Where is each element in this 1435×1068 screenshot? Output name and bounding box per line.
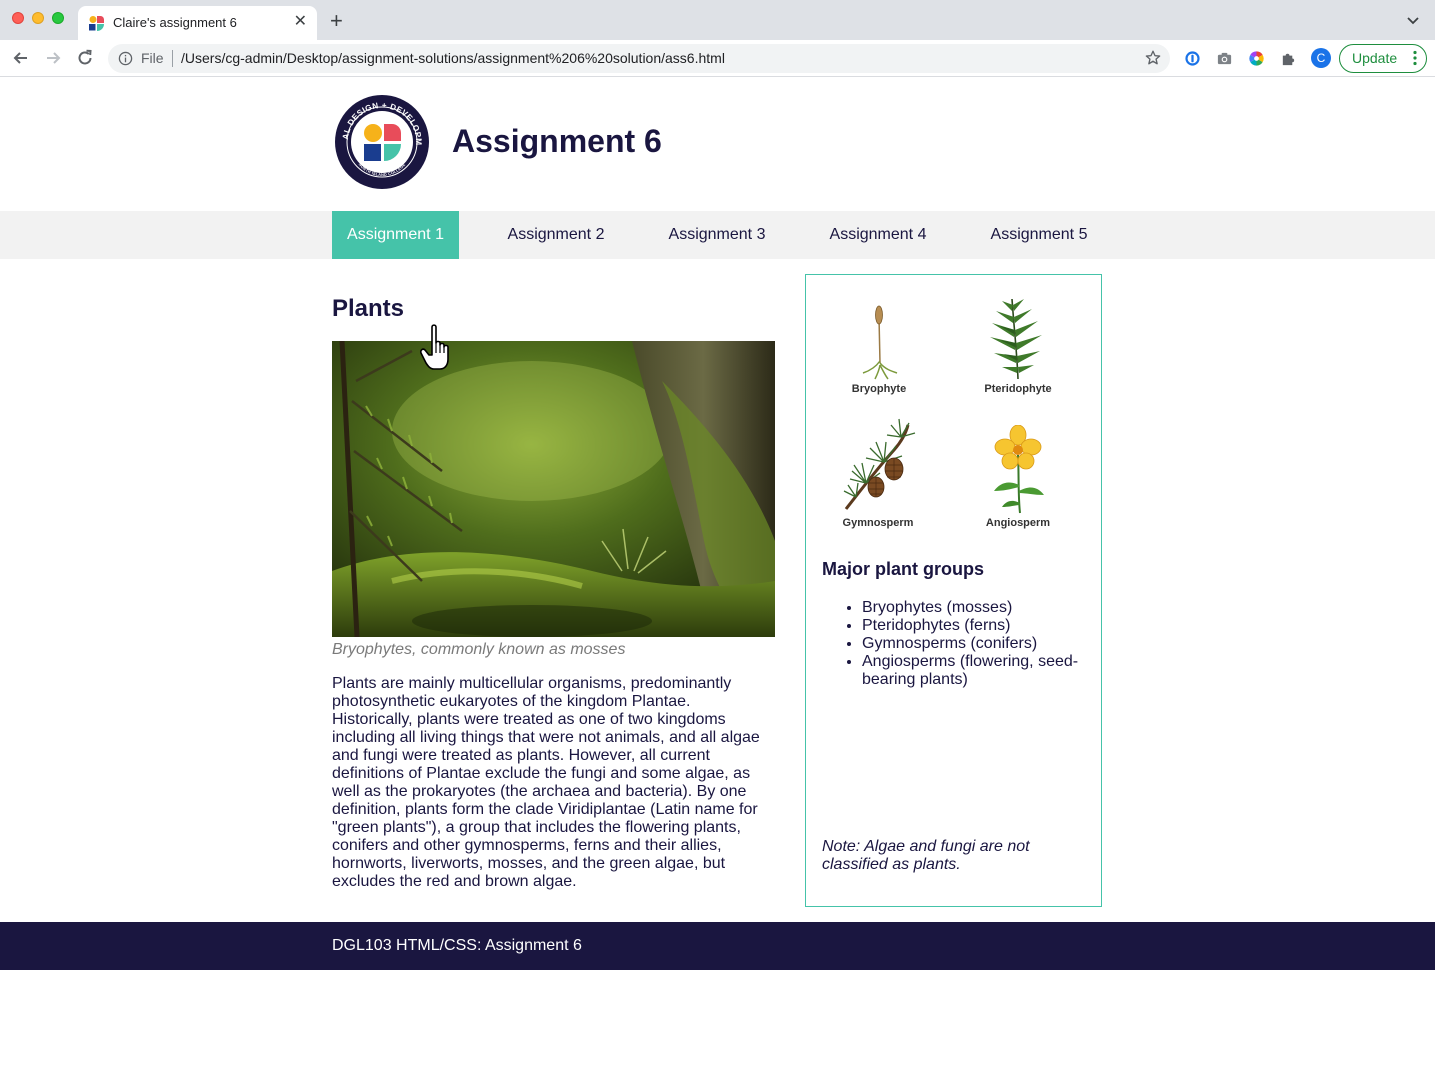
nav-assignment-1[interactable]: Assignment 1 xyxy=(332,211,459,259)
zoom-window-button[interactable] xyxy=(52,12,64,24)
update-label: Update xyxy=(1352,50,1398,66)
info-icon[interactable] xyxy=(118,51,133,66)
plant-card-bryophyte: Bryophyte xyxy=(824,303,934,395)
gymnosperm-illustration xyxy=(843,418,916,510)
chevron-down-icon[interactable] xyxy=(1405,12,1421,28)
nav-assignment-3[interactable]: Assignment 3 xyxy=(653,211,781,259)
nav-assignment-2[interactable]: Assignment 2 xyxy=(492,211,620,259)
plant-groups-heading: Major plant groups xyxy=(822,559,984,579)
tab-title: Claire's assignment 6 xyxy=(113,15,237,30)
favicon-icon xyxy=(89,16,104,31)
file-scheme-label: File xyxy=(141,50,164,66)
moss-photo xyxy=(332,341,775,637)
photo-caption: Bryophytes, commonly known as mosses xyxy=(332,641,626,658)
camera-icon[interactable] xyxy=(1216,50,1233,67)
ddd-logo: DIGITAL DESIGN + DEVELOPMENT NORTH ISLAN… xyxy=(334,94,429,189)
plant-label: Angiosperm xyxy=(985,517,1051,529)
footer-text: DGL103 HTML/CSS: Assignment 6 xyxy=(332,937,582,954)
pteridophyte-illustration xyxy=(990,298,1042,380)
list-item: Angiosperms (flowering, seed-bearing pla… xyxy=(862,653,1089,689)
web-page: DIGITAL DESIGN + DEVELOPMENT NORTH ISLAN… xyxy=(0,78,1435,1068)
tab-close-icon[interactable]: ✕ xyxy=(294,12,307,32)
password-manager-icon[interactable] xyxy=(1184,50,1201,67)
page-title: Assignment 6 xyxy=(452,123,662,159)
back-icon[interactable] xyxy=(11,48,31,68)
intro-paragraph: Plants are mainly multicellular organism… xyxy=(332,675,760,890)
list-item: Pteridophytes (ferns) xyxy=(862,617,1089,635)
address-bar[interactable]: File /Users/cg-admin/Desktop/assignment-… xyxy=(108,44,1170,73)
plant-groups-sidebar: Bryophyte Pteridophyte Gymnosperm Angios… xyxy=(805,274,1102,907)
hand-pointer-icon xyxy=(420,324,449,370)
close-window-button[interactable] xyxy=(12,12,24,24)
reload-icon[interactable] xyxy=(75,48,95,68)
browser-tab-bar: Claire's assignment 6 ✕ + xyxy=(0,0,1435,40)
plant-card-gymnosperm: Gymnosperm xyxy=(823,405,933,529)
url-text[interactable]: /Users/cg-admin/Desktop/assignment-solut… xyxy=(181,50,725,66)
forward-icon[interactable] xyxy=(43,48,63,68)
more-icon[interactable] xyxy=(1413,50,1417,66)
plant-card-pteridophyte: Pteridophyte xyxy=(963,293,1073,395)
plant-label: Gymnosperm xyxy=(842,517,914,529)
color-wheel-icon[interactable] xyxy=(1248,50,1265,67)
main-nav: Assignment 1 Assignment 2 Assignment 3 A… xyxy=(0,211,1435,259)
update-button[interactable]: Update xyxy=(1339,44,1427,73)
page-footer: DGL103 HTML/CSS: Assignment 6 xyxy=(0,922,1435,970)
section-heading: Plants xyxy=(332,295,405,322)
nav-assignment-4[interactable]: Assignment 4 xyxy=(814,211,942,259)
profile-avatar[interactable]: C xyxy=(1311,48,1331,68)
star-icon[interactable] xyxy=(1144,49,1162,67)
address-divider xyxy=(172,50,173,67)
bryophyte-illustration xyxy=(862,305,898,380)
plant-label: Pteridophyte xyxy=(984,383,1052,395)
plant-groups-list: Bryophytes (mosses) Pteridophytes (ferns… xyxy=(844,599,1089,689)
browser-tab[interactable]: Claire's assignment 6 ✕ xyxy=(78,6,317,40)
browser-toolbar: File /Users/cg-admin/Desktop/assignment-… xyxy=(0,40,1435,77)
extensions-icon[interactable] xyxy=(1280,50,1297,67)
plant-label: Bryophyte xyxy=(851,383,907,395)
nav-assignment-5[interactable]: Assignment 5 xyxy=(975,211,1103,259)
list-item: Gymnosperms (conifers) xyxy=(862,635,1089,653)
list-item: Bryophytes (mosses) xyxy=(862,599,1089,617)
plant-card-angiosperm: Angiosperm xyxy=(963,425,1073,529)
angiosperm-illustration xyxy=(994,425,1044,514)
new-tab-button[interactable]: + xyxy=(330,9,343,33)
minimize-window-button[interactable] xyxy=(32,12,44,24)
note-text: Note: Algae and fungi are not classified… xyxy=(822,838,1030,873)
